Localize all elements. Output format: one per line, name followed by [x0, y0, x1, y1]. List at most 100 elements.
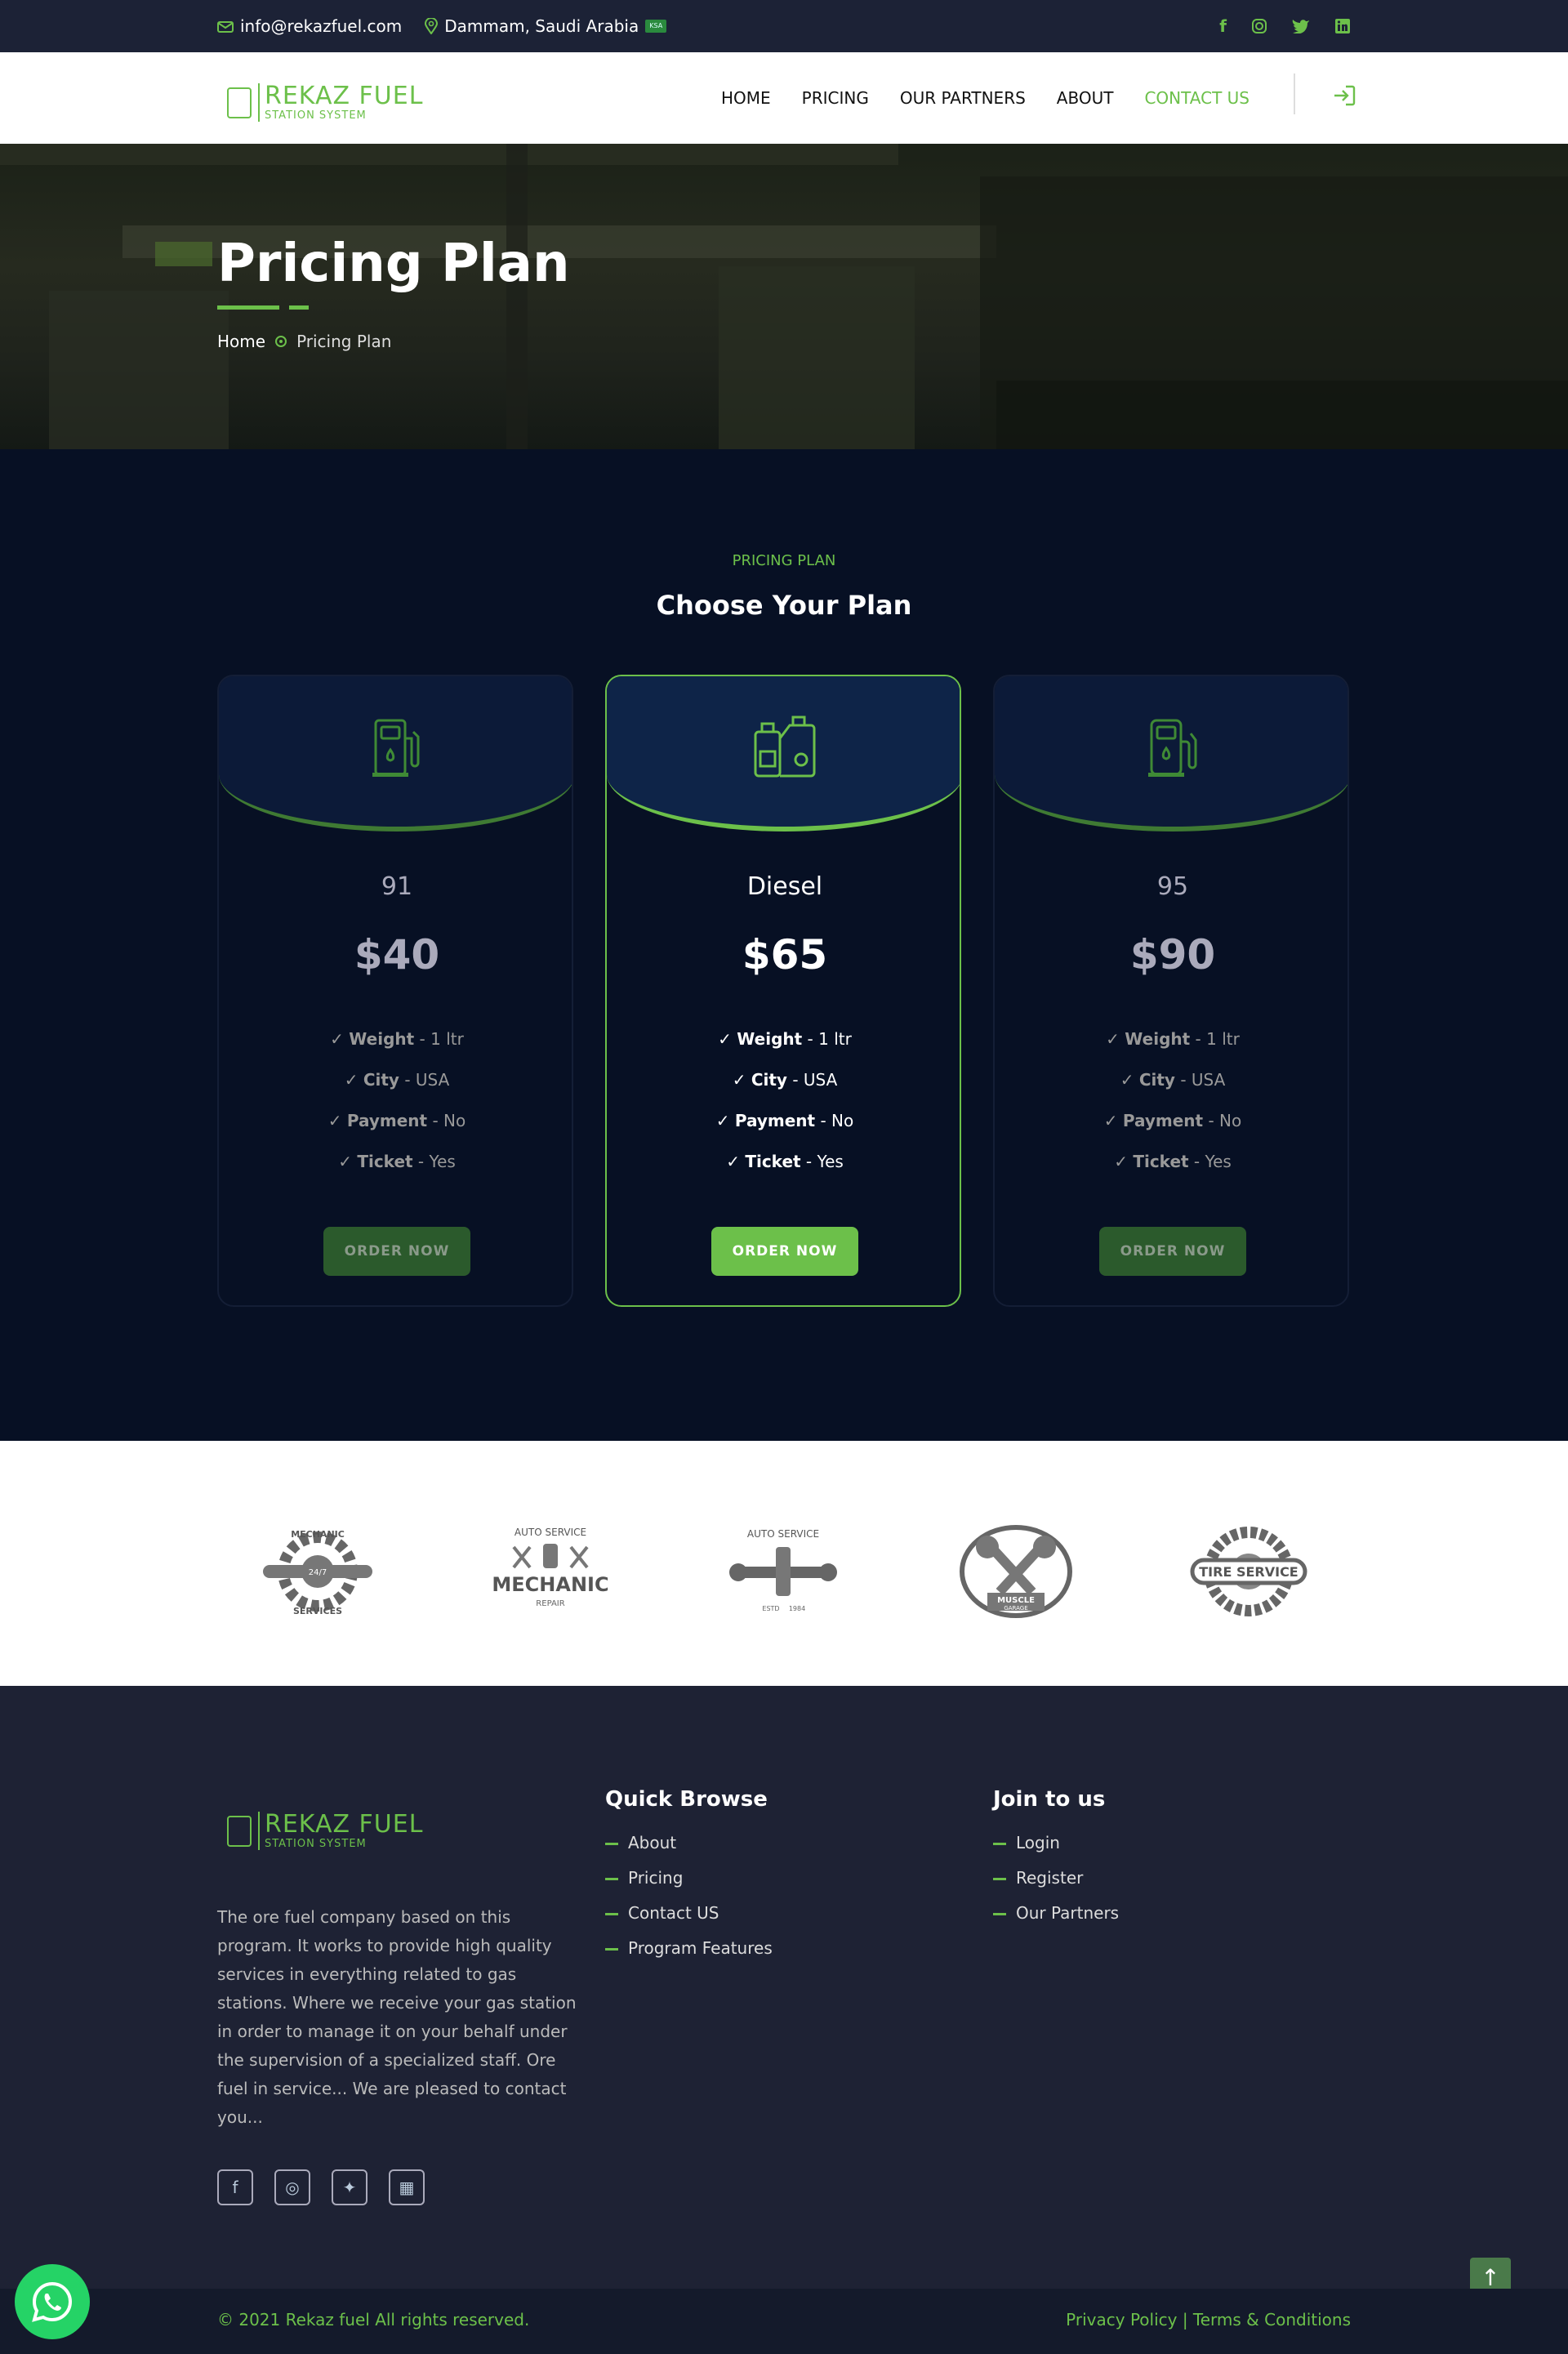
- site-footer: REKAZ FUEL STATION SYSTEM The ore fuel c…: [0, 1686, 1568, 2298]
- legal-links[interactable]: Privacy Policy | Terms & Conditions: [1066, 2310, 1351, 2329]
- page-title: Pricing Plan: [217, 234, 570, 294]
- footer-link-our-partners[interactable]: Our Partners: [993, 1903, 1119, 1938]
- svg-text:MUSCLE: MUSCLE: [997, 1596, 1035, 1605]
- order-now-button[interactable]: ORDER NOW: [323, 1227, 470, 1276]
- svg-text:REPAIR: REPAIR: [536, 1599, 564, 1608]
- footer-bottom-bar: © 2021 Rekaz fuel All rights reserved. P…: [0, 2289, 1568, 2354]
- svg-text:ESTD: ESTD: [762, 1605, 779, 1612]
- plan-name: Diesel: [746, 872, 823, 901]
- footer-link-about[interactable]: About: [605, 1833, 773, 1868]
- svg-text:MECHANIC: MECHANIC: [291, 1529, 345, 1540]
- footer-logo-subtitle: STATION SYSTEM: [265, 1838, 367, 1850]
- footer-link-contact[interactable]: Contact US: [605, 1903, 773, 1938]
- gas-station-icon: [1148, 719, 1197, 777]
- top-bar: info@rekazfuel.com Dammam, Saudi Arabia …: [0, 0, 1568, 52]
- pricing-section: PRICING PLAN Choose Your Plan 91 $40 ✓ W…: [0, 449, 1568, 1441]
- site-logo[interactable]: REKAZ FUEL STATION SYSTEM: [227, 83, 423, 122]
- feature-weight: ✓ Weight - 1 ltr: [718, 1029, 852, 1049]
- plan-name: 91: [381, 872, 413, 901]
- instagram-icon[interactable]: ◎: [274, 2169, 310, 2205]
- email-text: info@rekazfuel.com: [240, 16, 403, 36]
- feature-ticket: ✓ Ticket - Yes: [726, 1152, 844, 1171]
- join-column: Join to us Login Register Our Partners: [993, 1787, 1119, 1938]
- section-eyebrow: PRICING PLAN: [732, 552, 836, 569]
- svg-text:GARAGE: GARAGE: [1004, 1605, 1027, 1612]
- footer-link-program-features[interactable]: Program Features: [605, 1938, 773, 1973]
- footer-logo[interactable]: REKAZ FUEL STATION SYSTEM: [227, 1812, 423, 1850]
- breadcrumb-current: Pricing Plan: [296, 332, 392, 351]
- plan-card-95: 95 $90 ✓ Weight - 1 ltr ✓ City - USA ✓ P…: [993, 675, 1349, 1307]
- feature-city: ✓ City - USA: [344, 1070, 450, 1090]
- feature-weight: ✓ Weight - 1 ltr: [330, 1029, 464, 1049]
- svg-text:AUTO SERVICE: AUTO SERVICE: [747, 1528, 819, 1540]
- feature-payment: ✓ Payment - No: [715, 1111, 854, 1130]
- facebook-icon[interactable]: f: [1219, 16, 1227, 36]
- logo-name: REKAZ FUEL: [265, 82, 424, 110]
- linkedin-icon[interactable]: [1334, 18, 1351, 34]
- nav-pricing[interactable]: PRICING: [802, 88, 869, 108]
- svg-text:1984: 1984: [789, 1605, 805, 1612]
- fuel-pump-logo-icon: [227, 1815, 252, 1847]
- order-now-button[interactable]: ORDER NOW: [1099, 1227, 1246, 1276]
- feature-ticket: ✓ Ticket - Yes: [338, 1152, 456, 1171]
- login-icon[interactable]: [1333, 85, 1356, 106]
- feature-city: ✓ City - USA: [1120, 1070, 1226, 1090]
- partners-section: 24/7 MECHANIC SERVICES AUTO SERVICE MECH…: [0, 1441, 1568, 1686]
- footer-logo-name: REKAZ FUEL: [265, 1810, 424, 1839]
- twitter-icon[interactable]: [1292, 19, 1310, 33]
- join-title: Join to us: [993, 1787, 1106, 1812]
- nav-divider: [1294, 74, 1295, 114]
- main-navigation: REKAZ FUEL STATION SYSTEM HOME PRICING O…: [0, 52, 1568, 144]
- partner-logo-auto-service-mechanic[interactable]: AUTO SERVICE MECHANIC REPAIR: [489, 1523, 612, 1621]
- page-hero: Pricing Plan Home Pricing Plan: [0, 144, 1568, 449]
- map-pin-icon: [425, 18, 439, 34]
- quick-browse-column: Quick Browse About Pricing Contact US Pr…: [605, 1787, 773, 1973]
- plan-card-91: 91 $40 ✓ Weight - 1 ltr ✓ City - USA ✓ P…: [217, 675, 573, 1307]
- feature-city: ✓ City - USA: [732, 1070, 838, 1090]
- quick-browse-title: Quick Browse: [605, 1787, 768, 1812]
- partner-logo-mechanic-services[interactable]: 24/7 MECHANIC SERVICES: [256, 1523, 379, 1621]
- title-underline: [217, 305, 309, 310]
- breadcrumb: Home Pricing Plan: [217, 332, 391, 351]
- plan-name: 95: [1156, 872, 1189, 901]
- twitter-icon[interactable]: ✦: [332, 2169, 368, 2205]
- breadcrumb-separator-icon: [275, 336, 287, 347]
- footer-social: f ◎ ✦ ▦: [217, 2169, 425, 2205]
- section-title: Choose Your Plan: [656, 590, 912, 621]
- feature-ticket: ✓ Ticket - Yes: [1114, 1152, 1232, 1171]
- nav-home[interactable]: HOME: [721, 88, 771, 108]
- footer-description: The ore fuel company based on this progr…: [217, 1907, 577, 2127]
- svg-text:TIRE SERVICE: TIRE SERVICE: [1199, 1564, 1298, 1580]
- svg-text:MECHANIC: MECHANIC: [492, 1573, 608, 1596]
- plan-price: $65: [742, 931, 828, 979]
- copyright: © 2021 Rekaz fuel All rights reserved.: [217, 2310, 530, 2329]
- envelope-icon: [217, 21, 234, 33]
- nav-our-partners[interactable]: OUR PARTNERS: [900, 88, 1026, 108]
- breadcrumb-home[interactable]: Home: [217, 332, 265, 351]
- location: Dammam, Saudi Arabia KSA: [425, 16, 667, 36]
- plan-card-diesel: Diesel $65 ✓ Weight - 1 ltr ✓ City - USA…: [605, 675, 961, 1307]
- nav-contact-us[interactable]: CONTACT US: [1144, 88, 1250, 108]
- nav-about[interactable]: ABOUT: [1057, 88, 1114, 108]
- oil-canister-icon: [754, 716, 816, 778]
- order-now-button[interactable]: ORDER NOW: [711, 1227, 858, 1276]
- whatsapp-icon: [32, 2281, 72, 2322]
- whatsapp-button[interactable]: [15, 2264, 90, 2339]
- footer-link-login[interactable]: Login: [993, 1833, 1119, 1868]
- location-text: Dammam, Saudi Arabia: [444, 16, 639, 36]
- logo-subtitle: STATION SYSTEM: [265, 109, 367, 122]
- instagram-icon[interactable]: [1251, 18, 1267, 34]
- footer-link-register[interactable]: Register: [993, 1868, 1119, 1903]
- partner-logo-muscle-garage[interactable]: MUSCLE GARAGE: [955, 1523, 1077, 1621]
- svg-text:AUTO SERVICE: AUTO SERVICE: [514, 1527, 586, 1538]
- facebook-icon[interactable]: f: [217, 2169, 253, 2205]
- fuel-pump-logo-icon: [227, 87, 252, 118]
- linkedin-icon[interactable]: ▦: [389, 2169, 425, 2205]
- plan-features: ✓ Weight - 1 ltr ✓ City - USA ✓ Payment …: [219, 1029, 572, 1193]
- saudi-flag-icon: KSA: [645, 20, 667, 33]
- email-link[interactable]: info@rekazfuel.com: [217, 16, 402, 36]
- partner-logo-auto-service-wrench[interactable]: AUTO SERVICE ESTD 1984: [722, 1523, 844, 1621]
- partner-logo-tire-service[interactable]: TIRE SERVICE: [1187, 1523, 1310, 1621]
- footer-link-pricing[interactable]: Pricing: [605, 1868, 773, 1903]
- plan-features: ✓ Weight - 1 ltr ✓ City - USA ✓ Payment …: [607, 1029, 960, 1193]
